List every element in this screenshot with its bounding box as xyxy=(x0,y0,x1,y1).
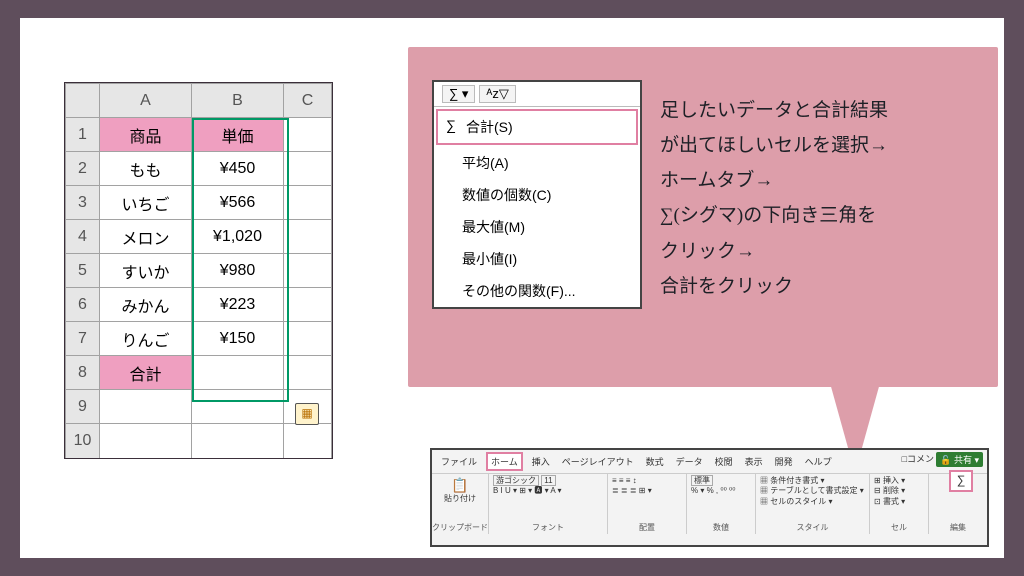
cell[interactable]: ¥150 xyxy=(192,322,284,356)
group-cells: セル xyxy=(870,522,928,533)
paste-label[interactable]: 貼り付け xyxy=(436,494,484,504)
col-header-a[interactable]: A xyxy=(100,84,192,118)
font-buttons[interactable]: B I U ▾ ⊞ ▾ 🅰 ▾ A ▾ xyxy=(493,486,603,496)
dropdown-item-count[interactable]: 数値の個数(C) xyxy=(434,179,640,211)
quick-analysis-icon[interactable]: ▦ xyxy=(295,403,319,425)
row-header[interactable]: 6 xyxy=(66,288,100,322)
row-header[interactable]: 5 xyxy=(66,254,100,288)
cell-a1[interactable]: 商品 xyxy=(100,118,192,152)
cell[interactable]: いちご xyxy=(100,186,192,220)
group-styles: スタイル xyxy=(756,522,869,533)
font-name[interactable]: 游ゴシック xyxy=(493,475,539,486)
cell[interactable] xyxy=(284,322,332,356)
group-clipboard: クリップボード xyxy=(432,522,488,533)
cell[interactable] xyxy=(284,152,332,186)
ribbon-sigma-button[interactable]: ∑ xyxy=(949,470,973,492)
tab-formula[interactable]: 数式 xyxy=(643,454,667,469)
cell[interactable]: メロン xyxy=(100,220,192,254)
cell[interactable] xyxy=(284,186,332,220)
select-all-corner[interactable] xyxy=(66,84,100,118)
cell-style[interactable]: ▦ セルのスタイル ▾ xyxy=(760,497,865,507)
group-align: 配置 xyxy=(608,522,686,533)
cell[interactable] xyxy=(284,288,332,322)
row-header[interactable]: 7 xyxy=(66,322,100,356)
tab-file[interactable]: ファイル xyxy=(438,454,480,469)
cell[interactable]: りんご xyxy=(100,322,192,356)
sort-button[interactable]: ᴬz▽ xyxy=(479,85,515,103)
cell-total-value[interactable] xyxy=(192,356,284,390)
number-format[interactable]: 標準 xyxy=(691,475,713,486)
col-header-b[interactable]: B xyxy=(192,84,284,118)
tab-review[interactable]: 校閲 xyxy=(712,454,736,469)
cell[interactable]: ¥566 xyxy=(192,186,284,220)
font-size[interactable]: 11 xyxy=(541,475,555,486)
tab-home[interactable]: ホーム xyxy=(486,452,523,471)
row-header[interactable]: 1 xyxy=(66,118,100,152)
cell[interactable]: ¥1,020 xyxy=(192,220,284,254)
paste-icon[interactable]: 📋 xyxy=(436,476,484,494)
col-header-c[interactable]: C xyxy=(284,84,332,118)
row-header[interactable]: 3 xyxy=(66,186,100,220)
dropdown-item-max[interactable]: 最大値(M) xyxy=(434,211,640,243)
sigma-button[interactable]: ∑ ▾ xyxy=(442,85,475,103)
spreadsheet: A B C 1 商品 単価 2もも¥450 3いちご¥566 4メロン¥1,02… xyxy=(64,82,333,459)
number-buttons[interactable]: % ▾ % , ⁰⁰ ⁰⁰ xyxy=(691,486,751,496)
autosum-dropdown: ∑ ▾ ᴬz▽ ∑合計(S) 平均(A) 数値の個数(C) 最大値(M) 最小値… xyxy=(432,80,642,309)
tab-view[interactable]: 表示 xyxy=(742,454,766,469)
dropdown-item-min[interactable]: 最小値(I) xyxy=(434,243,640,275)
tab-data[interactable]: データ xyxy=(673,454,706,469)
cell[interactable] xyxy=(100,390,192,424)
row-header[interactable]: 2 xyxy=(66,152,100,186)
cell-b1[interactable]: 単価 xyxy=(192,118,284,152)
cell[interactable]: もも xyxy=(100,152,192,186)
tab-help[interactable]: ヘルプ xyxy=(802,454,835,469)
share-button[interactable]: 🔓 共有 ▾ xyxy=(936,452,983,467)
excel-ribbon: ファイル ホーム 挿入 ページレイアウト 数式 データ 校閲 表示 開発 ヘルプ… xyxy=(430,448,989,547)
cell[interactable] xyxy=(284,254,332,288)
tab-dev[interactable]: 開発 xyxy=(772,454,796,469)
cells-insert[interactable]: ⊞ 挿入 ▾ xyxy=(874,476,924,486)
cell[interactable]: ¥980 xyxy=(192,254,284,288)
table-format[interactable]: ▦ テーブルとして書式設定 ▾ xyxy=(760,486,865,496)
group-number: 数値 xyxy=(687,522,755,533)
group-font: フォント xyxy=(489,522,607,533)
cells-format[interactable]: ⊡ 書式 ▾ xyxy=(874,497,924,507)
dropdown-item-more[interactable]: その他の関数(F)... xyxy=(434,275,640,307)
cell-c1[interactable] xyxy=(284,118,332,152)
row-header[interactable]: 8 xyxy=(66,356,100,390)
dropdown-item-sum[interactable]: ∑合計(S) xyxy=(436,109,638,145)
cond-format[interactable]: ▦ 条件付き書式 ▾ xyxy=(760,476,865,486)
cell[interactable]: ¥450 xyxy=(192,152,284,186)
align-row1[interactable]: ≡ ≡ ≡ ↕ xyxy=(612,476,682,486)
row-header[interactable]: 10 xyxy=(66,424,100,458)
cell[interactable]: みかん xyxy=(100,288,192,322)
cells-delete[interactable]: ⊟ 削除 ▾ xyxy=(874,486,924,496)
dropdown-item-avg[interactable]: 平均(A) xyxy=(434,147,640,179)
cell-total-label[interactable]: 合計 xyxy=(100,356,192,390)
tab-insert[interactable]: 挿入 xyxy=(529,454,553,469)
group-edit: 編集 xyxy=(929,522,987,533)
align-row2[interactable]: ≣ ≣ ≣ ⊞ ▾ xyxy=(612,486,682,496)
cell[interactable] xyxy=(192,390,284,424)
cell[interactable] xyxy=(100,424,192,458)
cell[interactable] xyxy=(284,424,332,458)
cell[interactable]: ¥223 xyxy=(192,288,284,322)
cell[interactable] xyxy=(284,356,332,390)
cell[interactable] xyxy=(192,424,284,458)
row-header[interactable]: 4 xyxy=(66,220,100,254)
cell[interactable] xyxy=(284,220,332,254)
row-header[interactable]: 9 xyxy=(66,390,100,424)
cell[interactable]: すいか xyxy=(100,254,192,288)
tab-layout[interactable]: ページレイアウト xyxy=(559,454,637,469)
instruction-text: 足したいデータと合計結果 が出てほしいセルを選択→ ホームタブ→ ∑(シグマ)の… xyxy=(660,93,980,304)
